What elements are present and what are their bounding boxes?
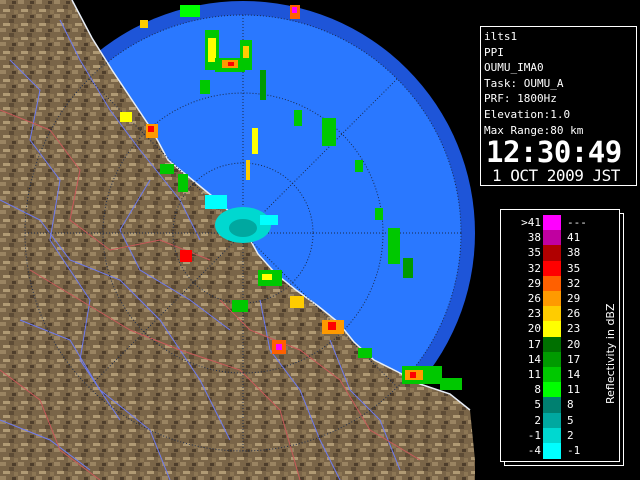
legend-title: Reflectivity in dBZ bbox=[604, 303, 617, 404]
legend-upper-bound: -1 bbox=[567, 444, 581, 457]
legend-color-swatch bbox=[543, 427, 561, 444]
legend-upper-bound: 26 bbox=[567, 307, 581, 321]
legend-row: 32 35 bbox=[501, 260, 619, 277]
legend-color-swatch bbox=[543, 382, 561, 399]
legend-lower-bound: 38 bbox=[527, 231, 541, 245]
legend-lower-bound: 20 bbox=[527, 322, 541, 336]
legend-lower-bound: 35 bbox=[527, 246, 541, 260]
scan-type: PPI bbox=[484, 45, 504, 59]
legend-row: 35 38 bbox=[501, 245, 619, 262]
legend-lower-bound: 14 bbox=[527, 352, 541, 366]
legend-row: 58 bbox=[501, 397, 619, 414]
legend-color-swatch bbox=[543, 245, 561, 262]
legend-color-swatch bbox=[543, 336, 561, 353]
legend-color-swatch bbox=[543, 306, 561, 323]
legend-color-swatch bbox=[543, 443, 561, 459]
legend-row: 25 bbox=[501, 412, 619, 429]
reflectivity-legend: >41 --- 38 41 35 38 32 35 29 32 26 29 23 26 20 23 17 20 14… bbox=[500, 209, 620, 462]
scan-date: 1 OCT 2009 JST bbox=[492, 166, 620, 186]
station-name: ilts1 bbox=[484, 30, 518, 43]
legend-upper-bound: 14 bbox=[567, 368, 581, 381]
legend-row: 20 23 bbox=[501, 321, 619, 338]
legend-row: 26 29 bbox=[501, 291, 619, 307]
legend-lower-bound: -4 bbox=[527, 444, 541, 457]
legend-color-swatch bbox=[543, 291, 561, 307]
legend-upper-bound: 2 bbox=[567, 428, 574, 442]
legend-upper-bound: --- bbox=[567, 216, 587, 229]
legend-row: 8 11 bbox=[501, 382, 619, 399]
legend-color-swatch bbox=[543, 321, 561, 338]
legend-upper-bound: 38 bbox=[567, 246, 581, 260]
legend-upper-bound: 29 bbox=[567, 292, 581, 305]
legend-lower-bound: 23 bbox=[527, 307, 541, 321]
scan-info-panel: ilts1 PPI OUMU_IMA0 Task: OUMU_A PRF: 18… bbox=[480, 26, 637, 186]
legend-upper-bound: 5 bbox=[567, 413, 574, 427]
legend-lower-bound: 8 bbox=[534, 383, 541, 397]
legend-color-swatch bbox=[543, 412, 561, 429]
elevation-value: Elevation:1.0 bbox=[484, 107, 571, 121]
legend-lower-bound: 5 bbox=[534, 398, 541, 412]
legend-upper-bound: 11 bbox=[567, 383, 581, 397]
legend-row: 11 14 bbox=[501, 367, 619, 383]
legend-color-swatch bbox=[543, 215, 561, 231]
legend-row: 23 26 bbox=[501, 306, 619, 323]
legend-color-swatch bbox=[543, 367, 561, 383]
legend-row: >41 --- bbox=[501, 215, 619, 231]
legend-color-swatch bbox=[543, 351, 561, 368]
legend-color-swatch bbox=[543, 275, 561, 292]
legend-lower-bound: 2 bbox=[534, 413, 541, 427]
legend-lower-bound: >41 bbox=[521, 216, 541, 229]
prf-value: PRF: 1800Hz bbox=[484, 92, 557, 106]
legend-lower-bound: 32 bbox=[527, 261, 541, 275]
legend-upper-bound: 23 bbox=[567, 322, 581, 336]
legend-color-swatch bbox=[543, 260, 561, 277]
legend-row: 38 41 bbox=[501, 230, 619, 247]
legend-row: 14 17 bbox=[501, 351, 619, 368]
task-name: Task: OUMU_A bbox=[484, 76, 564, 90]
legend-upper-bound: 41 bbox=[567, 231, 581, 245]
legend-upper-bound: 20 bbox=[567, 337, 581, 351]
legend-lower-bound: -1 bbox=[527, 428, 541, 442]
legend-lower-bound: 11 bbox=[527, 368, 541, 381]
legend-color-swatch bbox=[543, 230, 561, 247]
legend-row: 29 32 bbox=[501, 275, 619, 292]
legend-row: -1 2 bbox=[501, 427, 619, 444]
legend-lower-bound: 29 bbox=[527, 276, 541, 290]
legend-row: -4 -1 bbox=[501, 443, 619, 459]
legend-color-swatch bbox=[543, 397, 561, 414]
legend-upper-bound: 17 bbox=[567, 352, 581, 366]
legend-upper-bound: 32 bbox=[567, 276, 581, 290]
legend-upper-bound: 8 bbox=[567, 398, 574, 412]
legend-upper-bound: 35 bbox=[567, 261, 581, 275]
scan-time: 12:30:49 bbox=[486, 135, 622, 170]
legend-lower-bound: 17 bbox=[527, 337, 541, 351]
product-name: OUMU_IMA0 bbox=[484, 61, 544, 75]
legend-lower-bound: 26 bbox=[527, 292, 541, 305]
legend-row: 17 20 bbox=[501, 336, 619, 353]
